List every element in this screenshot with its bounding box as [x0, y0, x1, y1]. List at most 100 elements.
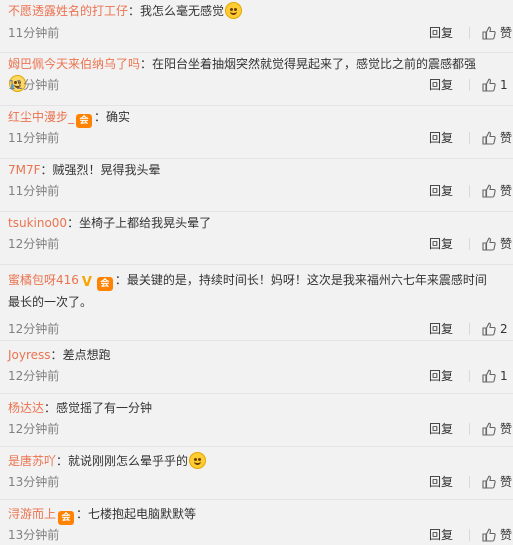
- reply-button[interactable]: 回复: [429, 472, 453, 492]
- comment-meta: 11分钟前 回复 1: [8, 75, 513, 95]
- comment-username[interactable]: 7M7F: [8, 163, 41, 177]
- reply-button[interactable]: 回复: [429, 366, 453, 386]
- comment-text: 红尘中漫步_ 会：确实: [8, 107, 493, 128]
- comment-meta: 12分钟前 回复 赞: [8, 234, 513, 254]
- like-button[interactable]: 赞: [482, 419, 512, 439]
- colon: ：: [56, 454, 69, 468]
- comment-item: 不愿透露姓名的打工仔：我怎么毫无感觉 11分钟前 回复 赞: [0, 0, 513, 53]
- thumbs-up-icon: [482, 422, 496, 436]
- comment-time: 13分钟前: [8, 528, 60, 542]
- colon: ：: [140, 57, 153, 71]
- like-button[interactable]: 赞: [482, 525, 512, 545]
- like-count: 2: [500, 322, 508, 336]
- like-count: 赞: [500, 422, 513, 436]
- reply-button[interactable]: 回复: [429, 23, 453, 43]
- comment-text: 不愿透露姓名的打工仔：我怎么毫无感觉: [8, 1, 493, 21]
- reply-button[interactable]: 回复: [429, 419, 453, 439]
- colon: ：: [50, 348, 63, 362]
- comment-meta: 11分钟前 回复 赞: [8, 181, 513, 201]
- like-button[interactable]: 赞: [482, 472, 512, 492]
- comment-item: 蜜橘包呀416 V 会：最关键的是，持续时间长！妈呀！这次是我来福州六七年来震感时间…: [0, 265, 513, 341]
- comment-list: 不愿透露姓名的打工仔：我怎么毫无感觉 11分钟前 回复 赞 姆巴佩今天来伯纳乌了…: [0, 0, 513, 545]
- comment-time: 11分钟前: [8, 78, 60, 92]
- like-count: 赞: [500, 26, 513, 40]
- comment-item: 是唐苏吖：就说刚刚怎么晕乎乎的 13分钟前 回复 赞: [0, 447, 513, 500]
- comment-time: 12分钟前: [8, 369, 60, 383]
- divider: [469, 27, 470, 39]
- like-button[interactable]: 赞: [482, 23, 512, 43]
- comment-meta: 13分钟前 回复 赞: [8, 472, 513, 492]
- comment-username[interactable]: Joyress: [8, 348, 51, 362]
- divider: [469, 370, 470, 382]
- comment-text: 杨达达：感觉摇了有一分钟: [8, 398, 493, 418]
- comment-username[interactable]: 红尘中漫步_: [8, 110, 74, 124]
- comment-time: 12分钟前: [8, 322, 60, 336]
- comment-content: 最关键的是，持续时间长！妈呀！这次是我来福州六七年来震感时间最长的一次了。: [8, 273, 487, 309]
- comment-text: 浔游而上会：七楼抱起电脑默默等: [8, 504, 493, 525]
- divider: [469, 323, 470, 335]
- comment-username[interactable]: 杨达达: [8, 401, 44, 415]
- like-count: 1: [500, 78, 508, 92]
- thumbs-up-icon: [482, 322, 496, 336]
- laugh-emoji-icon: [225, 2, 243, 19]
- like-button[interactable]: 赞: [482, 234, 512, 254]
- comment-username[interactable]: 姆巴佩今天来伯纳乌了吗: [8, 57, 140, 71]
- comment-text: 7M7F：贼强烈！晃得我头晕: [8, 160, 493, 180]
- comment-item: Joyress：差点想跑 12分钟前 回复 1: [0, 341, 513, 394]
- comment-content: 我怎么毫无感觉: [140, 4, 225, 18]
- comment-time: 13分钟前: [8, 475, 60, 489]
- comment-item: tsukino00：坐椅子上都给我晃头晕了 12分钟前 回复 赞: [0, 212, 513, 265]
- comment-item: 7M7F：贼强烈！晃得我头晕 11分钟前 回复 赞: [0, 159, 513, 212]
- comment-time: 11分钟前: [8, 131, 60, 145]
- colon: ：: [94, 110, 107, 124]
- comment-item: 红尘中漫步_ 会：确实 11分钟前 回复 赞: [0, 106, 513, 159]
- like-count: 赞: [500, 184, 513, 198]
- reply-button[interactable]: 回复: [429, 319, 453, 339]
- thumbs-up-icon: [482, 26, 496, 40]
- colon: ：: [40, 163, 53, 177]
- thumbs-up-icon: [482, 369, 496, 383]
- reply-button[interactable]: 回复: [429, 75, 453, 95]
- comment-meta: 11分钟前 回复 赞: [8, 128, 513, 148]
- comment-username[interactable]: 不愿透露姓名的打工仔: [8, 4, 128, 18]
- like-button[interactable]: 1: [482, 75, 508, 95]
- comment-meta: 12分钟前 回复 2: [8, 319, 513, 339]
- comment-meta: 11分钟前 回复 赞: [8, 23, 513, 43]
- divider: [469, 529, 470, 541]
- reply-button[interactable]: 回复: [429, 181, 453, 201]
- colon: ：: [128, 4, 141, 18]
- reply-button[interactable]: 回复: [429, 128, 453, 148]
- vip-badge-icon: 会: [96, 277, 113, 291]
- vip-badge-icon: 会: [76, 114, 93, 128]
- like-button[interactable]: 赞: [482, 181, 512, 201]
- thumbs-up-icon: [482, 475, 496, 489]
- verified-v-icon: V: [81, 275, 92, 290]
- comment-text: tsukino00：坐椅子上都给我晃头晕了: [8, 213, 493, 233]
- comment-time: 12分钟前: [8, 422, 60, 436]
- divider: [469, 423, 470, 435]
- colon: ：: [114, 273, 127, 287]
- comment-content: 七楼抱起电脑默默等: [88, 507, 197, 521]
- divider: [469, 185, 470, 197]
- comment-username[interactable]: 是唐苏吖: [8, 454, 56, 468]
- comment-time: 12分钟前: [8, 237, 60, 251]
- comment-content: 就说刚刚怎么晕乎乎的: [68, 454, 189, 468]
- comment-username[interactable]: tsukino00: [8, 216, 67, 230]
- like-button[interactable]: 赞: [482, 128, 512, 148]
- like-button[interactable]: 2: [482, 319, 508, 339]
- like-button[interactable]: 1: [482, 366, 508, 386]
- comment-time: 11分钟前: [8, 26, 60, 40]
- comment-username[interactable]: 浔游而上: [8, 507, 56, 521]
- comment-text: 蜜橘包呀416 V 会：最关键的是，持续时间长！妈呀！这次是我来福州六七年来震感时间…: [8, 269, 493, 313]
- divider: [469, 132, 470, 144]
- comment-username[interactable]: 蜜橘包呀416: [8, 273, 79, 287]
- thumbs-up-icon: [482, 184, 496, 198]
- divider: [469, 79, 470, 91]
- divider: [469, 476, 470, 488]
- thumbs-up-icon: [482, 78, 496, 92]
- reply-button[interactable]: 回复: [429, 234, 453, 254]
- reply-button[interactable]: 回复: [429, 525, 453, 545]
- comment-meta: 13分钟前 回复 赞: [8, 525, 513, 545]
- thumbs-up-icon: [482, 237, 496, 251]
- comment-meta: 12分钟前 回复 1: [8, 366, 513, 386]
